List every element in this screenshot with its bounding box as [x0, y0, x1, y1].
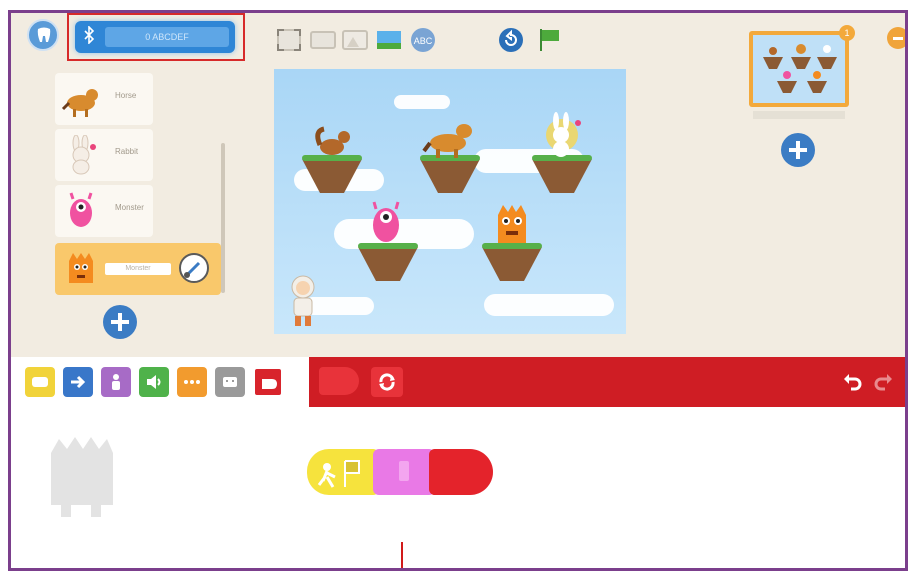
robot-icon — [223, 377, 237, 387]
category-triggers[interactable] — [25, 367, 55, 397]
bluetooth-icon — [79, 25, 99, 48]
scenery-icon[interactable] — [375, 27, 403, 53]
minimize-button[interactable] — [887, 27, 905, 49]
script-area[interactable] — [11, 407, 905, 568]
bluetooth-device-field[interactable]: 0 ABCDEF — [105, 27, 229, 47]
redo-icon[interactable] — [873, 371, 895, 393]
plus-icon — [789, 141, 807, 159]
reset-icon[interactable] — [497, 27, 525, 53]
text-abc-icon[interactable]: ABC — [409, 27, 437, 53]
plus-icon — [111, 313, 129, 331]
add-sprite-button[interactable] — [103, 305, 137, 339]
orange-monster-icon — [69, 253, 93, 283]
astronaut-sprite[interactable] — [286, 273, 320, 329]
floating-island — [532, 155, 592, 193]
paint-brush-button[interactable] — [179, 253, 209, 283]
category-motion[interactable] — [63, 367, 93, 397]
category-sound[interactable] — [139, 367, 169, 397]
drop-indicator — [401, 542, 403, 568]
person-icon — [112, 374, 120, 390]
dots-icon — [184, 380, 200, 384]
sprite-name: Monster — [115, 203, 144, 212]
category-robot[interactable] — [215, 367, 245, 397]
cloud — [394, 95, 450, 109]
floating-island — [302, 155, 362, 193]
floating-island — [482, 243, 542, 281]
block-palette — [309, 357, 905, 407]
bluetooth-button[interactable]: 0 ABCDEF — [75, 21, 235, 53]
horse-sprite[interactable] — [422, 115, 478, 159]
background-icon[interactable] — [341, 27, 369, 53]
category-control[interactable] — [177, 367, 207, 397]
stage-canvas[interactable] — [274, 69, 626, 334]
fullscreen-icon[interactable] — [275, 27, 303, 53]
grid-icon[interactable] — [309, 27, 337, 53]
speaker-icon — [147, 375, 161, 389]
category-selector — [11, 357, 307, 407]
bluetooth-highlight-box: 0 ABCDEF — [67, 13, 245, 61]
home-button[interactable] — [27, 19, 59, 51]
green-flag-icon[interactable] — [535, 27, 563, 53]
floating-island — [358, 243, 418, 281]
orange-monster-sprite[interactable] — [494, 203, 530, 247]
editor-top-area: 0 ABCDEF ABC Horse Rabbit Monster Monste… — [11, 13, 905, 357]
page-thumbnail-shadow — [753, 111, 845, 119]
sprite-name-field[interactable]: Monster — [105, 263, 171, 275]
end-block[interactable] — [429, 449, 493, 495]
on-green-flag-block[interactable] — [307, 449, 379, 495]
horse-icon — [61, 89, 98, 117]
end-icon — [262, 379, 277, 389]
undo-icon[interactable] — [841, 371, 863, 393]
sprite-list-scrollbar[interactable] — [221, 143, 225, 293]
squirrel-sprite[interactable] — [314, 125, 354, 157]
arrow-right-icon — [71, 375, 86, 389]
category-looks[interactable] — [101, 367, 131, 397]
person-icon — [399, 461, 409, 481]
cloud — [484, 294, 614, 316]
end-block[interactable] — [319, 367, 359, 395]
run-flag-icon — [317, 460, 360, 488]
block-palette-bar — [11, 357, 905, 407]
sprite-card-pink-monster[interactable]: Monster — [55, 185, 153, 237]
page-thumbnail-preview — [753, 35, 845, 103]
sprite-name: Horse — [115, 91, 137, 100]
category-end[interactable] — [253, 367, 283, 397]
rabbit-icon — [72, 135, 96, 175]
app-frame: 0 ABCDEF ABC Horse Rabbit Monster Monste… — [8, 10, 908, 571]
sprite-card-horse[interactable]: Horse — [55, 73, 153, 125]
repeat-icon — [379, 373, 395, 391]
page-thumbnail-selected[interactable]: 1 — [749, 25, 855, 107]
paint-brush-icon — [184, 261, 201, 278]
looks-block[interactable] — [373, 449, 435, 495]
svg-text:ABC: ABC — [414, 36, 433, 46]
tooth-home-icon — [37, 27, 51, 42]
sprite-card-rabbit[interactable]: Rabbit — [55, 129, 153, 181]
repeat-forever-block[interactable] — [371, 367, 403, 397]
floating-island — [420, 155, 480, 193]
ghost-sprite-icon — [51, 437, 113, 517]
sprite-card-orange-monster-selected[interactable]: Monster — [55, 243, 221, 295]
pink-monster-sprite[interactable] — [368, 201, 404, 245]
page-number-badge: 1 — [839, 25, 855, 41]
rabbit-sprite[interactable] — [540, 111, 584, 159]
trigger-icon — [32, 377, 48, 387]
pink-monster-icon — [69, 192, 93, 227]
add-page-button[interactable] — [781, 133, 815, 167]
sprite-name: Rabbit — [115, 147, 139, 156]
